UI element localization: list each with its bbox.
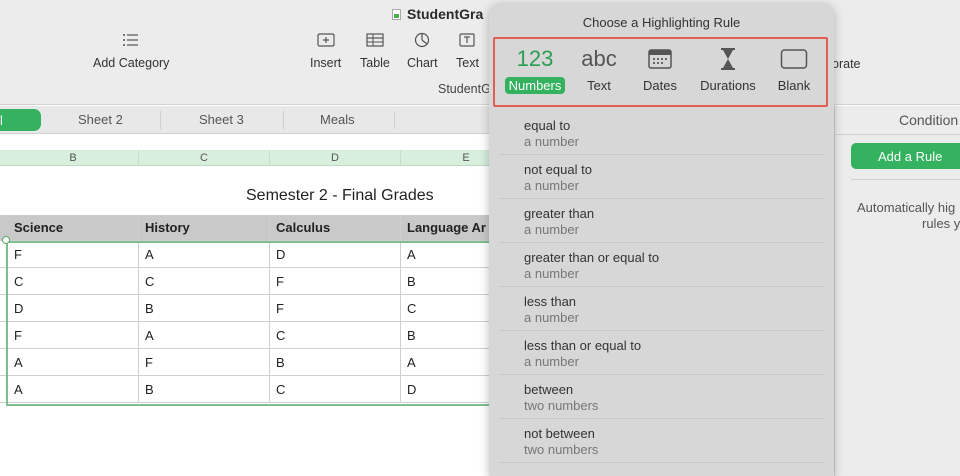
text-glyph: abc xyxy=(581,46,617,71)
table-icon xyxy=(366,33,384,47)
column-header-d[interactable]: D xyxy=(270,150,401,166)
rule-hint: a number xyxy=(524,134,579,149)
rule-hint: two numbers xyxy=(524,398,599,413)
divider xyxy=(835,134,960,135)
table-header-cell[interactable]: History xyxy=(139,215,270,240)
add-rule-label: Add a Rule xyxy=(878,148,943,164)
rule-hint: a number xyxy=(524,178,579,193)
document-title-text: StudentGra xyxy=(407,6,484,22)
popover-title: Choose a Highlighting Rule xyxy=(582,15,741,30)
insert-icon xyxy=(317,33,335,47)
tab-active-label: l xyxy=(0,112,3,128)
document-subtitle: StudentG xyxy=(438,82,491,96)
table-header-cell[interactable]: Calculus xyxy=(270,215,401,240)
column-header-c[interactable]: C xyxy=(139,150,270,166)
divider xyxy=(851,179,960,180)
rule-name: not equal to xyxy=(524,162,592,177)
blank-box-icon xyxy=(780,43,808,75)
tab-divider xyxy=(283,111,284,129)
rule-less-than[interactable]: less than a number xyxy=(499,287,824,331)
rule-type-label: Durations xyxy=(700,78,756,93)
numbers-app-window: StudentGra Add Category Insert Table Cha… xyxy=(0,0,960,476)
document-title: StudentGra xyxy=(392,6,483,22)
table-header-cell[interactable]: Science xyxy=(8,215,139,240)
insert-label: Insert xyxy=(310,56,342,70)
list-icon xyxy=(123,34,139,46)
tab-divider xyxy=(160,111,161,129)
column-header-strip: B C D E xyxy=(0,150,532,166)
rule-type-label: Text xyxy=(587,78,611,93)
tab-divider xyxy=(394,111,395,129)
insert-button[interactable]: Insert xyxy=(310,32,341,70)
rule-hint: two numbers xyxy=(524,442,599,457)
selection-frame xyxy=(6,241,492,406)
numbers-glyph: 123 xyxy=(516,46,554,71)
table-header-cell[interactable]: Language Ar xyxy=(401,215,492,240)
rule-hint: a number xyxy=(524,310,579,325)
table-header-row: Science History Calculus Language Ar xyxy=(0,215,492,241)
add-category-button[interactable]: Add Category xyxy=(93,32,169,70)
rule-type-blank[interactable]: Blank xyxy=(771,43,817,94)
tab-sheet-2[interactable]: Sheet 2 xyxy=(78,112,123,127)
document-icon xyxy=(392,8,401,20)
text-button[interactable]: Text xyxy=(456,32,479,70)
tab-meals[interactable]: Meals xyxy=(320,112,355,127)
inspector-note-line-1: Automatically hig xyxy=(857,200,956,215)
rule-type-durations[interactable]: Durations xyxy=(696,43,760,94)
rule-equal-to[interactable]: equal to a number xyxy=(499,111,824,155)
add-rule-button[interactable]: Add a Rule xyxy=(851,143,960,169)
rule-name: greater than or equal to xyxy=(524,250,660,265)
rule-name: between xyxy=(524,382,574,397)
collaborate-button[interactable]: orate xyxy=(832,57,861,71)
column-header-b[interactable]: B xyxy=(8,150,139,166)
rule-name: greater than xyxy=(524,206,595,221)
hourglass-icon xyxy=(719,43,737,75)
rule-greater-than-or-equal-to[interactable]: greater than or equal to a number xyxy=(499,243,824,287)
rule-not-between[interactable]: not between two numbers xyxy=(499,419,824,463)
rule-name: not between xyxy=(524,426,595,441)
rule-not-equal-to[interactable]: not equal to a number xyxy=(499,155,824,199)
sheet-title: Semester 2 - Final Grades xyxy=(246,187,434,204)
format-inspector: Condition Add a Rule Automatically hig r… xyxy=(834,106,960,476)
rule-type-dates[interactable]: Dates xyxy=(636,43,684,94)
rule-less-than-or-equal-to[interactable]: less than or equal to a number xyxy=(499,331,824,375)
table-label: Table xyxy=(360,56,390,70)
add-category-label: Add Category xyxy=(93,56,170,70)
pie-chart-icon xyxy=(415,32,430,48)
rule-between[interactable]: between two numbers xyxy=(499,375,824,419)
rule-list: equal to a number not equal to a number … xyxy=(499,111,824,463)
rule-type-numbers[interactable]: 123 Numbers xyxy=(504,43,566,94)
selection-handle[interactable] xyxy=(2,236,10,244)
rule-greater-than[interactable]: greater than a number xyxy=(499,199,824,243)
calendar-icon xyxy=(648,43,672,75)
rule-type-selector: 123 Numbers abc Text Dates Durations Bla… xyxy=(493,37,828,107)
rule-type-text[interactable]: abc Text xyxy=(575,43,623,94)
text-label: Text xyxy=(456,56,479,70)
table-button[interactable]: Table xyxy=(360,32,390,70)
rule-name: equal to xyxy=(524,118,571,133)
highlighting-rule-popover: Choose a Highlighting Rule 123 Numbers a… xyxy=(489,3,834,476)
rule-hint: a number xyxy=(524,266,579,281)
chart-label: Chart xyxy=(407,56,438,70)
tab-sheet-3[interactable]: Sheet 3 xyxy=(199,112,244,127)
text-box-icon xyxy=(459,33,476,47)
inspector-title[interactable]: Condition xyxy=(899,112,958,128)
rule-name: less than xyxy=(524,294,577,309)
inspector-note-line-2: rules y xyxy=(922,216,960,231)
rule-name: less than or equal to xyxy=(524,338,642,353)
rule-type-label: Blank xyxy=(777,78,811,93)
rule-type-label: Dates xyxy=(643,78,677,93)
rule-hint: a number xyxy=(524,354,579,369)
tab-active-sheet[interactable]: l xyxy=(0,109,41,131)
chart-button[interactable]: Chart xyxy=(407,32,438,70)
rule-hint: a number xyxy=(524,222,579,237)
rule-type-label: Numbers xyxy=(504,77,566,94)
